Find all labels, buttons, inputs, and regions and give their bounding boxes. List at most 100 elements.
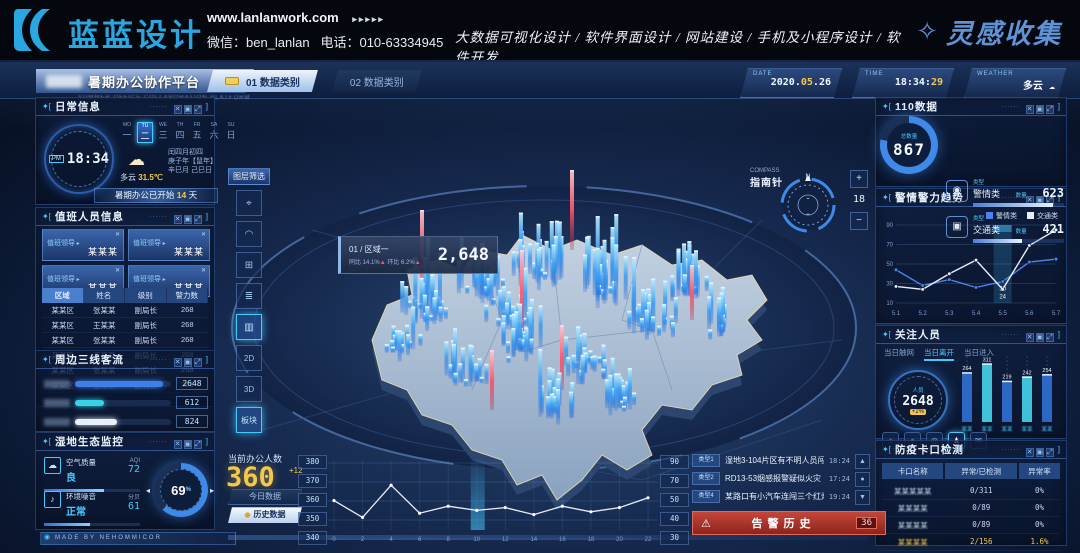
week-day[interactable]: WE三 [156, 122, 170, 143]
brand-wechat: 微信：ben_lanlan [207, 35, 310, 50]
compass-dial[interactable]: N ⌃ ⌄ [776, 171, 840, 235]
panel-title: 湿地生态监控 [55, 434, 124, 449]
platform-title: 暑期办公协作平台 [88, 72, 200, 91]
flow-row: 2648 [44, 377, 208, 390]
focus-tab[interactable]: 当日离开 [924, 347, 954, 361]
alarm-row[interactable]: 类型2RD13-53烟感报警疑似火灾17:24 [692, 471, 850, 486]
panel-close-icon[interactable]: ✕ [1026, 333, 1034, 342]
panel-close-icon[interactable]: ✕ [174, 105, 182, 114]
location-icon[interactable]: ⌖ [236, 190, 262, 216]
flow-value: 2648 [176, 377, 208, 390]
panel-expand-icon[interactable]: ⤢ [194, 215, 202, 224]
svg-text:某某: 某某 [1001, 426, 1013, 433]
week-day[interactable]: SA六 [207, 122, 221, 143]
svg-text:22: 22 [645, 537, 652, 543]
history-data-button[interactable]: 历史数据 [228, 507, 302, 523]
mode-3d-button[interactable]: 3D [236, 376, 262, 402]
week-day[interactable]: SU日 [224, 122, 238, 143]
checkpoint-row[interactable]: 某某某某0/890% [882, 517, 1060, 534]
panel-trend: 警情警力趋势······✕▣⤢ 警情类交通类 907050301024305.1… [875, 188, 1067, 324]
layer-filter-panel: 图层筛选 ⌖◠⊞≣▥2D3D板块 [228, 168, 270, 433]
zoom-level: 18 [850, 192, 868, 208]
clock-time: 18:34 [67, 151, 109, 167]
focus-tab[interactable]: 当日触网 [884, 347, 914, 361]
grid-icon[interactable]: ⊞ [236, 252, 262, 278]
table-row[interactable]: 某某区张某某副局长268 [42, 303, 208, 318]
checkpoint-row[interactable]: 某某某某某0/3110% [882, 483, 1060, 500]
svg-text:14: 14 [530, 537, 537, 543]
panel-window-icon[interactable]: ▣ [1036, 448, 1045, 457]
zoom-in-button[interactable]: + [850, 170, 868, 188]
panel-window-icon[interactable]: ▣ [184, 215, 193, 224]
table-row[interactable]: 某某区王某某副局长268 [42, 318, 208, 333]
svg-text:5.5: 5.5 [998, 311, 1007, 317]
gauge-right-arrow-icon[interactable]: ▸ [210, 486, 214, 495]
duty-leader-card[interactable]: 值班领导 ▸✕某某某 [128, 229, 210, 261]
panel-window-icon[interactable]: ▣ [1036, 333, 1045, 342]
tab-data-category-2[interactable]: 02 数据类别 [332, 70, 422, 92]
close-icon[interactable]: ✕ [115, 267, 120, 274]
panel-window-icon[interactable]: ▣ [184, 358, 193, 367]
duty-leader-card[interactable]: 值班领导 ▸✕某某某 [42, 229, 124, 261]
brand-website[interactable]: www.lanlanwork.com [207, 10, 339, 25]
alarm-count-badge: 36 [856, 517, 877, 529]
panel-focus-people: 关注人员······✕▣⤢ 当日触网当日离开当日进入 人员 2648 +2% ⌂… [875, 325, 1067, 439]
panel-window-icon[interactable]: ▣ [184, 440, 193, 449]
checkpoint-row[interactable]: 某某某某0/890% [882, 500, 1060, 517]
panel-expand-icon[interactable]: ⤢ [1046, 105, 1054, 114]
block-button[interactable]: 板块 [236, 407, 262, 433]
table-row[interactable]: 某某区张某某副局长268 [42, 333, 208, 348]
close-icon[interactable]: ✕ [201, 231, 206, 238]
panel-expand-icon[interactable]: ⤢ [1046, 448, 1054, 457]
data110-item: ▣类型交通类数量421 [946, 214, 1064, 243]
week-day[interactable]: TU二 [137, 122, 153, 143]
week-day[interactable]: TH四 [173, 122, 187, 143]
office-axis-label: 370 [298, 474, 327, 488]
sparkle-star-icon: ✧ [916, 16, 938, 47]
zoom-out-button[interactable]: − [850, 212, 868, 230]
close-icon[interactable]: ✕ [115, 231, 120, 238]
panel-close-icon[interactable]: ✕ [174, 358, 182, 367]
panel-close-icon[interactable]: ✕ [1026, 105, 1034, 114]
panel-expand-icon[interactable]: ⤢ [1046, 333, 1054, 342]
today-data-button[interactable]: 今日数据 [228, 489, 302, 505]
panel-daily-info: 日常信息······✕▣⤢ PM 18:34 MO一TU二WE三TH四FR五SA… [35, 97, 215, 205]
svg-text:8: 8 [447, 537, 451, 543]
list-icon[interactable]: ≣ [236, 283, 262, 309]
checkpoint-row[interactable]: 某某某某2/1561.6% [882, 534, 1060, 551]
svg-text:20: 20 [616, 537, 623, 543]
alarm-row[interactable]: 类型4某路口有小汽车连闯三个红灯19:24 [692, 489, 850, 504]
panel-expand-icon[interactable]: ⤢ [194, 105, 202, 114]
panel-close-icon[interactable]: ✕ [1026, 448, 1034, 457]
bar-chart-icon[interactable]: ▥ [236, 314, 262, 340]
panel-window-icon[interactable]: ▣ [184, 105, 193, 114]
warning-icon: ⚠ [701, 517, 711, 530]
week-day[interactable]: MO一 [120, 122, 134, 143]
svg-text:4: 4 [389, 537, 393, 543]
panel-eco-monitor: 湿地生态监控······✕▣⤢ 69% ◂ ▸ ☁空气质量良AQI72♪环境噪音… [35, 432, 215, 530]
gauge-left-arrow-icon[interactable]: ◂ [146, 486, 150, 495]
tab-data-category-1[interactable]: 01 数据类别 [207, 70, 318, 92]
panel-expand-icon[interactable]: ⤢ [194, 440, 202, 449]
dashboard-canvas[interactable]: 暑期办公协作平台 SUMMER OFFICE COLLABORATION PLA… [0, 60, 1080, 553]
week-day[interactable]: FR五 [190, 122, 204, 143]
alarm-type-badge: 类型2 [692, 472, 720, 485]
mode-2d-button[interactable]: 2D [236, 345, 262, 371]
panel-expand-icon[interactable]: ⤢ [194, 358, 202, 367]
alarm-scroll-down-icon[interactable]: ▼ [855, 490, 870, 505]
alarm-scroll-dot-icon[interactable]: ● [855, 472, 870, 487]
date-chip: DATE 2020.05.26 [740, 68, 842, 98]
alarm-history-banner[interactable]: ⚠ 告警历史 36 [692, 511, 886, 535]
panel-close-icon[interactable]: ✕ [174, 215, 182, 224]
panel-close-icon[interactable]: ✕ [174, 440, 182, 449]
alarm-scroll-up-icon[interactable]: ▲ [855, 454, 870, 469]
alarm-row[interactable]: 类型1湿地3-104片区有不明人员闯入18:24 [692, 453, 850, 468]
alarm-type-badge: 类型1 [692, 454, 720, 467]
time-chip: TIME 18:34:29 [852, 68, 954, 98]
radar-icon[interactable]: ◠ [236, 221, 262, 247]
redacted-line-label [44, 418, 70, 426]
panel-window-icon[interactable]: ▣ [1036, 105, 1045, 114]
office-count-value: 360 [226, 462, 275, 493]
gauge-110-total: 总数量 867 [880, 116, 938, 174]
close-icon[interactable]: ✕ [201, 267, 206, 274]
